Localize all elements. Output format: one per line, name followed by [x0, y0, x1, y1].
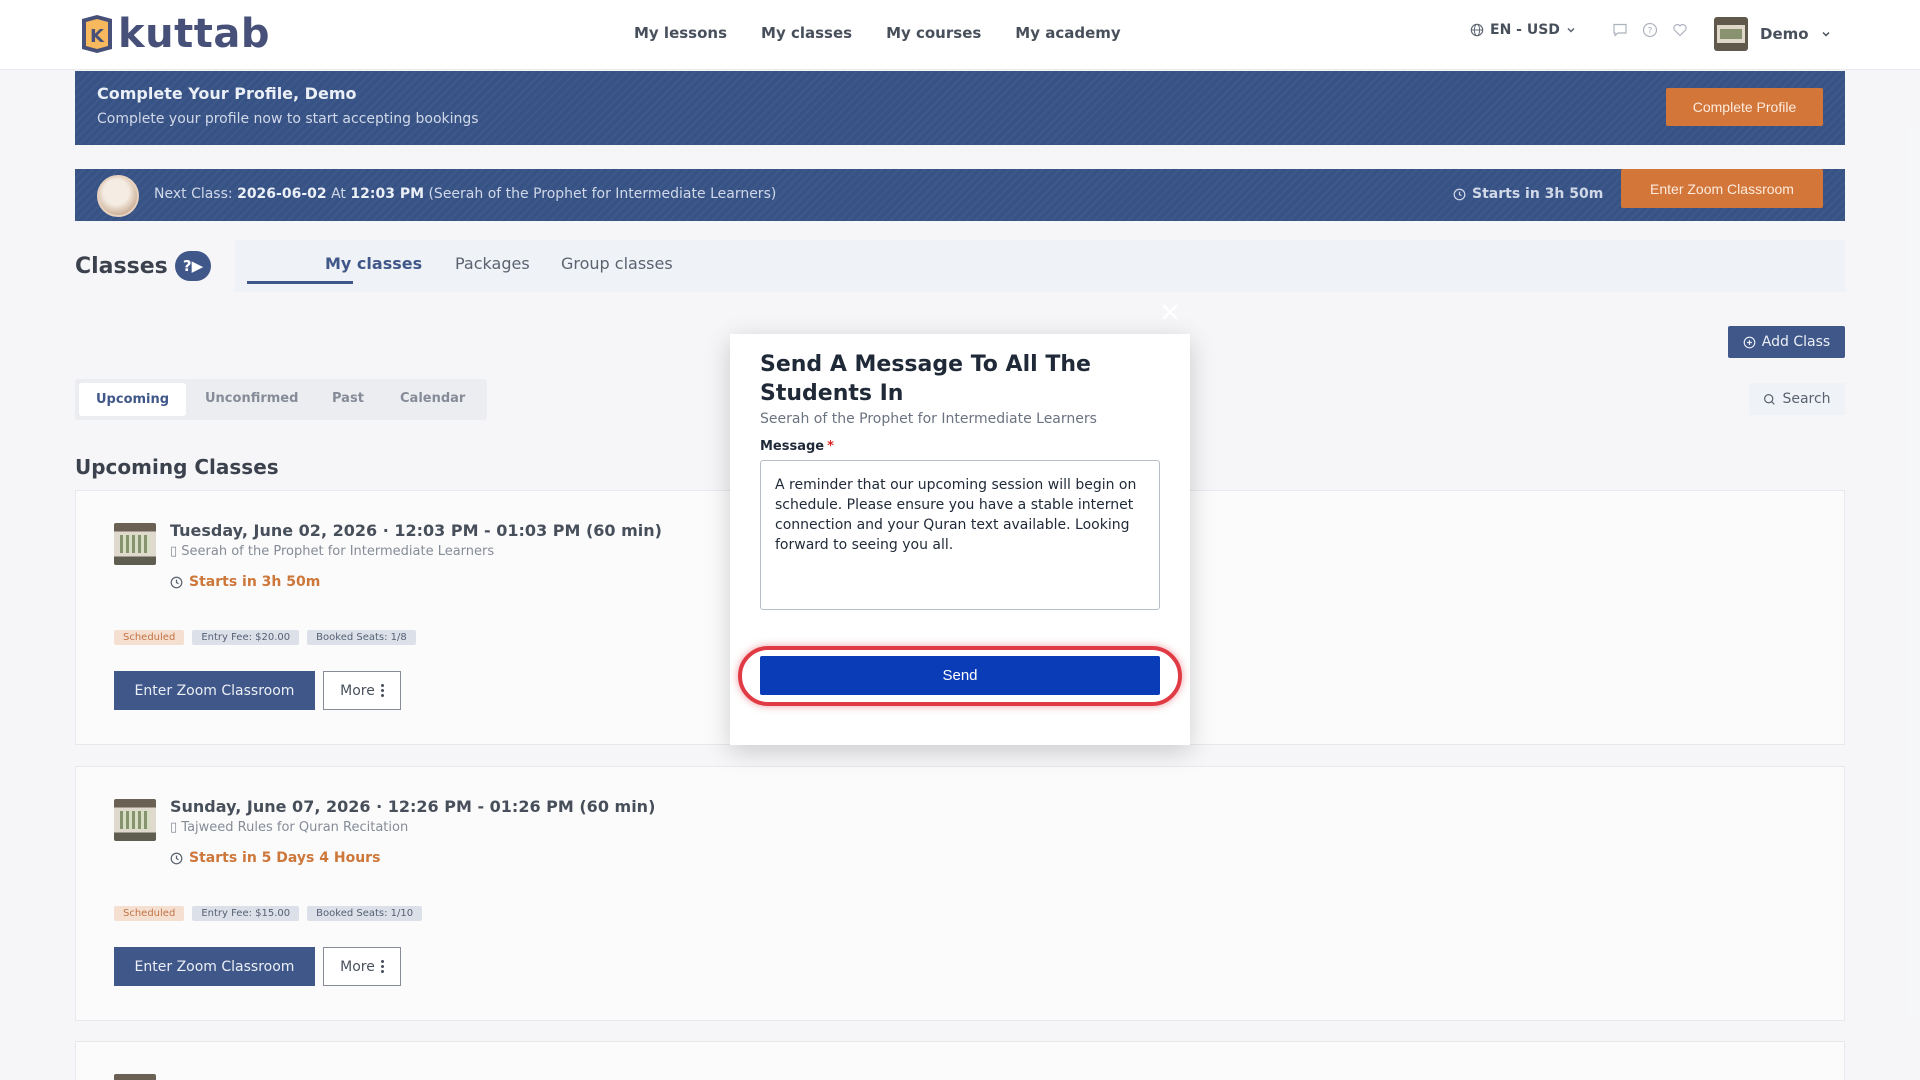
- message-textarea[interactable]: A reminder that our upcoming session wil…: [760, 460, 1160, 610]
- send-message-modal: Send A Message To All The Students In Se…: [730, 334, 1190, 745]
- send-button[interactable]: Send: [760, 656, 1160, 695]
- modal-title: Send A Message To All The Students In: [760, 352, 1091, 406]
- required-mark: *: [827, 439, 834, 454]
- close-icon[interactable]: [1160, 302, 1180, 322]
- message-label-text: Message: [760, 439, 825, 454]
- message-label: Message *: [760, 439, 834, 454]
- modal-subtitle: Seerah of the Prophet for Intermediate L…: [760, 411, 1097, 427]
